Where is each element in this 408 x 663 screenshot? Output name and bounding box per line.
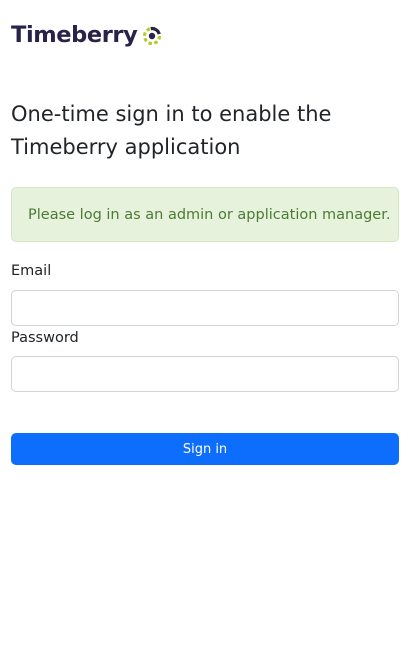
password-label: Password (11, 330, 79, 346)
alert-message: Please log in as an admin or application… (28, 206, 391, 223)
sign-in-button[interactable]: Sign in (11, 433, 399, 465)
password-field[interactable] (11, 356, 399, 392)
brand-name: Timeberry (11, 22, 138, 48)
sign-in-page: Timeberry One-time sign in to enable the… (0, 0, 408, 663)
info-alert: Please log in as an admin or application… (11, 187, 399, 242)
email-field[interactable] (11, 290, 399, 326)
email-label: Email (11, 263, 52, 279)
page-title: One-time sign in to enable the Timeberry… (11, 102, 332, 159)
brand-logo: Timeberry (11, 20, 163, 50)
timeberry-ring-icon (143, 26, 162, 46)
